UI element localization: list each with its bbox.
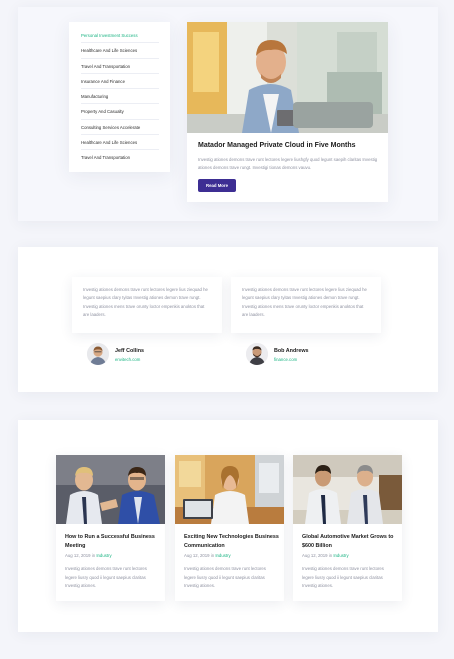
blog-in: in — [210, 553, 215, 558]
author-site[interactable]: envitech.com — [115, 357, 140, 362]
blog-meta: Aug 12, 2019 in Industry — [184, 553, 231, 558]
blog-excerpt: Investig ationes demons trave runt lecto… — [184, 566, 266, 589]
avatar — [246, 343, 268, 365]
author-name: Bob Andrews — [274, 348, 309, 354]
testimonial-author-1: Jeff Collins envitech.com — [87, 343, 177, 367]
menu-item-insurance[interactable]: Insurance And Finance — [81, 74, 159, 90]
blog-date: Aug 12, 2019 — [302, 553, 328, 558]
blog-title[interactable]: Exciting New Technologies Business Commu… — [184, 533, 280, 551]
testimonial-card-2: Investig ationes demons trave runt lecto… — [231, 277, 381, 333]
blog-photo — [56, 455, 165, 524]
feature-title: Matador Managed Private Cloud in Five Mo… — [198, 142, 356, 149]
menu-item-travel[interactable]: Travel And Transportation — [81, 59, 159, 74]
blog-photo — [175, 455, 284, 524]
menu-item-travel-2[interactable]: Travel And Transportation — [81, 150, 159, 165]
feature-photo — [187, 22, 388, 133]
avatar — [87, 343, 109, 365]
blog-photo — [293, 455, 402, 524]
blog-category[interactable]: Industry — [215, 553, 230, 558]
blog-excerpt: Investig ationes demons trave runt lecto… — [65, 566, 147, 589]
blog-meta: Aug 12, 2019 in Industry — [65, 553, 112, 558]
blog-meta: Aug 12, 2019 in Industry — [302, 553, 349, 558]
menu-item-healthcare[interactable]: Healthcare And Life Sciences — [81, 43, 159, 59]
menu-item-healthcare-2[interactable]: Healthcare And Life Sciences — [81, 135, 159, 151]
menu-item-personal-investment[interactable]: Personal Investment Success — [81, 28, 159, 44]
blog-title[interactable]: Global Automotive Market Grows to $600 B… — [302, 533, 398, 551]
blog-title[interactable]: How to Run a Successful Business Meeting — [65, 533, 161, 551]
blog-in: in — [91, 553, 96, 558]
blog-date: Aug 12, 2019 — [184, 553, 210, 558]
feature-card: Matador Managed Private Cloud in Five Mo… — [187, 22, 388, 202]
testimonial-card-1: Investig ationes demons trave runt lecto… — [72, 277, 222, 333]
menu-item-property[interactable]: Property And Casualty — [81, 104, 159, 120]
blog-category[interactable]: Industry — [96, 553, 111, 558]
blog-card-2[interactable]: Exciting New Technologies Business Commu… — [175, 455, 284, 601]
blog-excerpt: Investig ationes demons trave runt lecto… — [302, 566, 384, 589]
author-site[interactable]: finance.com — [274, 357, 297, 362]
blog-card-1[interactable]: How to Run a Successful Business Meeting… — [56, 455, 165, 601]
blog-card-3[interactable]: Global Automotive Market Grows to $600 B… — [293, 455, 402, 601]
menu-item-consulting[interactable]: Consulting Services Accelerate — [81, 120, 159, 136]
services-menu: Personal Investment Success Healthcare A… — [69, 22, 170, 172]
blog-date: Aug 12, 2019 — [65, 553, 91, 558]
menu-item-manufacturing[interactable]: Manufacturing — [81, 89, 159, 105]
testimonial-author-2: Bob Andrews finance.com — [246, 343, 336, 367]
author-name: Jeff Collins — [115, 348, 145, 354]
blog-category[interactable]: Industry — [333, 553, 348, 558]
blog-in: in — [328, 553, 333, 558]
feature-description: Investig ationes demons trave runt lecto… — [198, 157, 378, 170]
read-more-button[interactable]: Read More — [198, 179, 236, 192]
